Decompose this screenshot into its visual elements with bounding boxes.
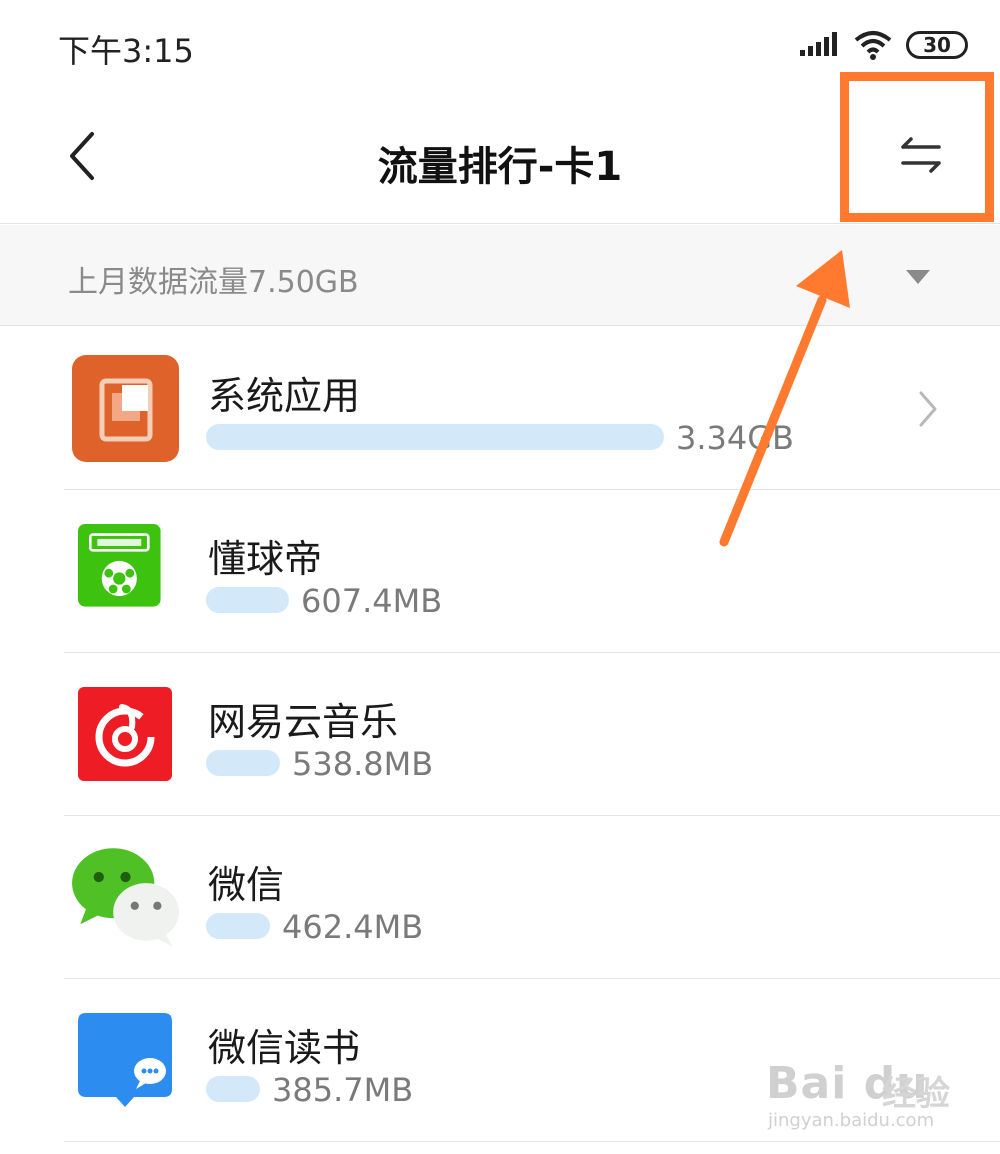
app-name: 系统应用 [208,374,361,418]
status-time: 下午3:15 [58,32,194,70]
app-name: 微信读书 [208,1026,361,1070]
watermark-cn: 经验 [882,1074,950,1114]
list-item[interactable]: 微信 462.4MB [0,816,1000,979]
highlight-box-annotation [840,72,994,222]
app-name: 懂球帝 [208,537,323,581]
usage-bar [206,913,270,939]
system-apps-icon [72,355,179,462]
baidu-watermark: Bai du 经验 jingyan.baidu.com [762,1048,972,1136]
app-name: 网易云音乐 [208,700,399,744]
usage-bar [206,750,280,776]
watermark-url: jingyan.baidu.com [768,1110,935,1131]
list-item[interactable]: 网易云音乐 538.8MB [0,653,1000,816]
usage-value: 607.4MB [301,582,443,620]
summary-bar[interactable]: 上月数据流量7.50GB [0,225,1000,326]
dongqiudi-icon [78,524,161,607]
wechat-read-icon [78,1013,172,1107]
netease-music-icon [78,687,172,781]
usage-value: 3.34GB [676,419,794,457]
usage-bar [206,587,289,613]
usage-bar [206,424,664,450]
app-list: 系统应用 3.34GB 懂球帝 607.4MB 网易云音乐 538.8MB 微信… [0,327,1000,1142]
summary-text: 上月数据流量7.50GB [68,265,359,300]
wechat-icon [72,848,179,947]
usage-value: 538.8MB [292,745,434,783]
app-name: 微信 [208,863,285,907]
triangle-down-icon[interactable] [904,268,932,286]
battery-indicator: 30 [906,31,968,59]
usage-value: 385.7MB [272,1071,414,1109]
wifi-icon [854,31,892,60]
status-icons: 30 [800,28,968,62]
chevron-right-icon[interactable] [915,389,941,429]
list-item[interactable]: 系统应用 3.34GB [0,327,1000,490]
battery-level: 30 [923,33,951,57]
list-item[interactable]: 懂球帝 607.4MB [0,490,1000,653]
usage-bar [206,1076,260,1102]
signal-icon [800,32,840,58]
usage-value: 462.4MB [282,908,424,946]
